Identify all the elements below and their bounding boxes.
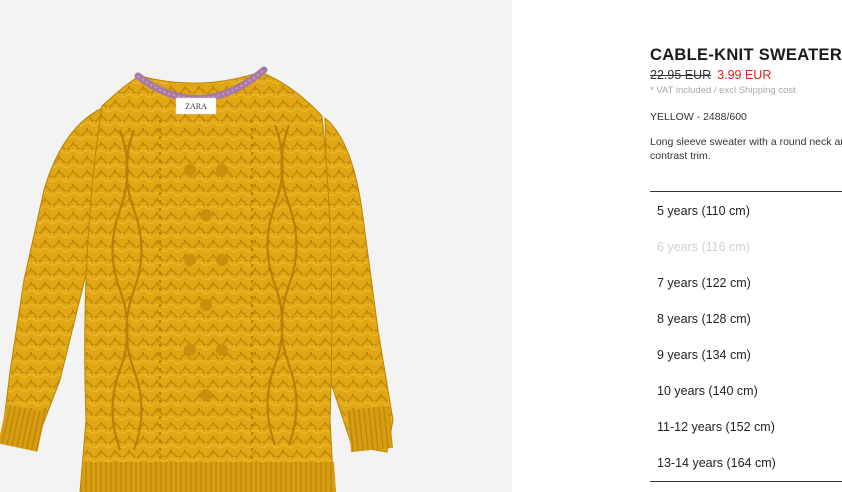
size-option[interactable]: 5 years (110 cm) — [650, 193, 842, 229]
size-list-divider-bottom — [650, 481, 842, 482]
size-option[interactable]: 13-14 years (164 cm) — [650, 445, 842, 481]
right-sleeve — [324, 116, 394, 453]
size-option[interactable]: 8 years (128 cm) — [650, 301, 842, 337]
right-cuff — [346, 405, 393, 453]
price-row: 22.95 EUR 3.99 EUR — [650, 68, 771, 82]
product-info: CABLE-KNIT SWEATER 22.95 EUR 3.99 EUR * V… — [650, 0, 842, 492]
size-list-divider-top — [650, 191, 842, 192]
size-option[interactable]: 11-12 years (152 cm) — [650, 409, 842, 445]
sweater-illustration: ZARA — [0, 66, 394, 492]
color-reference: YELLOW - 2488/600 — [650, 111, 747, 123]
brand-label-text: ZARA — [185, 102, 207, 111]
product-image[interactable]: ZARA — [0, 0, 512, 492]
size-option[interactable]: 7 years (122 cm) — [650, 265, 842, 301]
size-option[interactable]: 9 years (134 cm) — [650, 337, 842, 373]
size-selector: 5 years (110 cm) 6 years (116 cm) 7 year… — [650, 193, 842, 481]
size-option[interactable]: 10 years (140 cm) — [650, 373, 842, 409]
vat-note: * VAT included / excl Shipping cost — [650, 85, 796, 96]
left-cuff — [0, 404, 46, 452]
size-option-unavailable: 6 years (116 cm) — [657, 240, 750, 254]
product-description: Long sleeve sweater with a round neck an… — [650, 136, 842, 162]
old-price: 22.95 EUR — [650, 68, 712, 82]
product-title: CABLE-KNIT SWEATER — [650, 46, 842, 64]
sweater-hem — [80, 462, 336, 492]
sale-price: 3.99 EUR — [717, 68, 772, 82]
